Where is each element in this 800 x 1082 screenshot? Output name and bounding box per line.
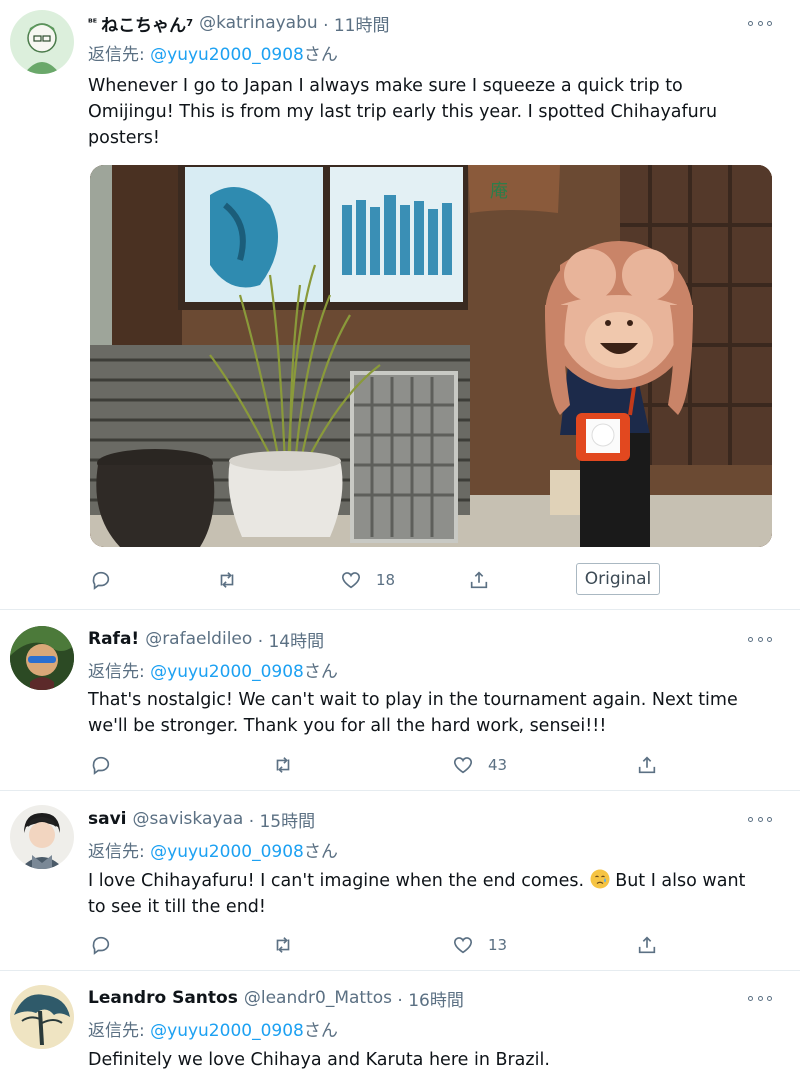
retweet-icon <box>220 572 234 588</box>
tweet-actions: 13 <box>88 930 678 960</box>
like-count: 43 <box>488 756 508 774</box>
svg-text:庵: 庵 <box>490 181 508 202</box>
share-icon <box>638 936 656 954</box>
heart-icon <box>453 937 473 954</box>
heart-icon <box>453 757 473 774</box>
reply-to: 返信先: @yuyu2000_0908さん <box>88 842 338 862</box>
tweet-rafaeldileo[interactable]: Rafa! @rafaeldileo · 14時間 返信先: @yuyu2000… <box>0 610 800 791</box>
reply-to: 返信先: @yuyu2000_0908さん <box>88 1021 338 1041</box>
share-icon <box>470 571 488 589</box>
tweet-header: Leandro Santos @leandr0_Mattos · 16時間 <box>88 985 464 1011</box>
user-handle[interactable]: @rafaeldileo <box>145 629 252 649</box>
avatar[interactable] <box>10 626 74 690</box>
tweet-photo[interactable]: 庵 <box>90 165 772 547</box>
display-name[interactable]: Rafa! <box>88 629 139 649</box>
tweet-header: savi @saviskayaa · 15時間 <box>88 806 315 832</box>
reply-to: 返信先: @yuyu2000_0908さん <box>88 662 338 682</box>
timestamp[interactable]: · 14時間 <box>252 627 324 652</box>
mention-link[interactable]: @yuyu2000_0908 <box>150 842 304 862</box>
like-button[interactable]: 18 <box>340 565 395 595</box>
like-button[interactable]: 13 <box>452 930 507 960</box>
avatar[interactable] <box>10 10 74 74</box>
tweet-header: Rafa! @rafaeldileo · 14時間 <box>88 626 324 652</box>
reply-icon <box>92 936 110 955</box>
tweet-text: I love Chihayafuru! I can't imagine when… <box>88 869 746 917</box>
more-icon[interactable] <box>748 809 772 829</box>
more-icon[interactable] <box>748 13 772 33</box>
tweet-text: Definitely we love Chihaya and Karuta he… <box>88 1050 550 1070</box>
tweet-header: ᴮᴱ ねこちゃん 7 @katrinayabu · 11時間 <box>88 10 390 36</box>
reply-button[interactable] <box>90 930 112 960</box>
retweet-button[interactable] <box>272 930 294 960</box>
like-count: 13 <box>488 936 508 954</box>
timestamp[interactable]: · 16時間 <box>392 986 463 1011</box>
user-handle[interactable]: @saviskayaa <box>133 809 244 829</box>
reply-to: 返信先: @yuyu2000_0908さん <box>88 45 338 65</box>
mention-link[interactable]: @yuyu2000_0908 <box>150 662 304 682</box>
like-button[interactable]: 43 <box>452 750 507 780</box>
user-handle[interactable]: @leandr0_Mattos <box>244 988 392 1008</box>
share-button[interactable] <box>636 930 658 960</box>
user-handle[interactable]: @katrinayabu <box>199 13 318 33</box>
timestamp[interactable]: · 15時間 <box>243 807 315 832</box>
name-prefix: ᴮᴱ <box>88 17 98 29</box>
mention-link[interactable]: @yuyu2000_0908 <box>150 1021 304 1041</box>
reply-icon <box>92 571 110 590</box>
original-button[interactable]: Original <box>576 563 660 595</box>
display-name[interactable]: Leandro Santos <box>88 988 238 1008</box>
tweet-leandr0-mattos[interactable]: Leandro Santos @leandr0_Mattos · 16時間 返信… <box>0 971 800 1082</box>
share-icon <box>638 756 656 774</box>
display-name[interactable]: savi <box>88 809 127 829</box>
tweet-text: Whenever I go to Japan I always make sur… <box>88 76 718 148</box>
mention-link[interactable]: @yuyu2000_0908 <box>150 45 304 65</box>
crying-face-emoji <box>590 869 610 889</box>
reply-button[interactable] <box>90 565 112 595</box>
share-button[interactable] <box>468 565 490 595</box>
more-icon[interactable] <box>748 629 772 649</box>
tweet-katrinayabu[interactable]: ᴮᴱ ねこちゃん 7 @katrinayabu · 11時間 返信先: @yuyu… <box>0 0 800 610</box>
like-count: 18 <box>376 571 396 589</box>
tweet-text: That's nostalgic! We can't wait to play … <box>88 690 738 736</box>
retweet-icon <box>276 937 290 953</box>
name-suffix: 7 <box>186 17 194 29</box>
avatar[interactable] <box>10 985 74 1049</box>
retweet-button[interactable] <box>216 565 238 595</box>
tweet-actions: 18 Original <box>88 563 678 595</box>
tweet-actions: 43 <box>88 750 678 780</box>
reply-icon <box>92 756 110 775</box>
retweet-icon <box>276 757 290 773</box>
avatar[interactable] <box>10 805 74 869</box>
heart-icon <box>341 572 361 589</box>
tweet-saviskayaa[interactable]: savi @saviskayaa · 15時間 返信先: @yuyu2000_0… <box>0 791 800 971</box>
reply-button[interactable] <box>90 750 112 780</box>
display-name[interactable]: ねこちゃん <box>101 11 186 36</box>
retweet-button[interactable] <box>272 750 294 780</box>
timestamp[interactable]: · 11時間 <box>318 11 389 36</box>
more-icon[interactable] <box>748 988 772 1008</box>
share-button[interactable] <box>636 750 658 780</box>
